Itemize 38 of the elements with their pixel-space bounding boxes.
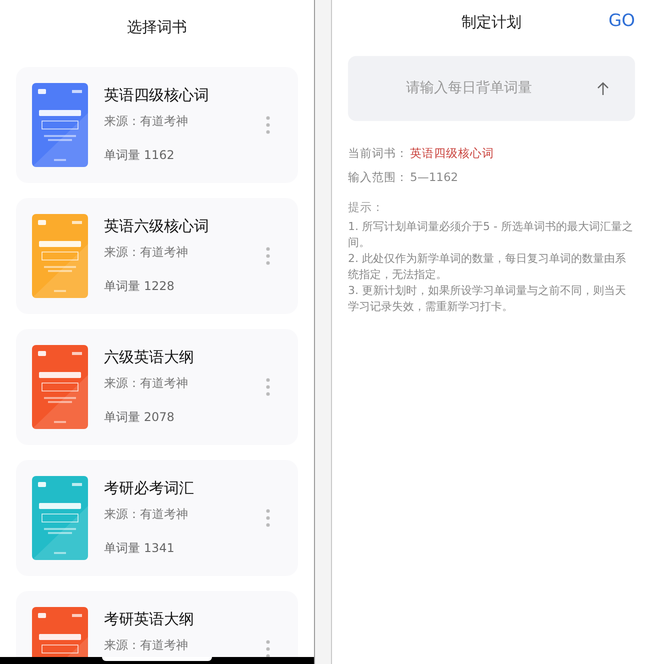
page-title: 制定计划 [462,12,522,33]
book-card[interactable]: 英语六级核心词 来源：有道考神 单词量 1228 [16,198,298,314]
book-source: 来源：有道考神 [104,375,189,391]
word-count: 单词量 2078 [104,409,176,425]
more-icon[interactable] [266,509,270,527]
book-card[interactable]: 英语四级核心词 来源：有道考神 单词量 1162 [16,67,298,183]
book-source: 来源：有道考神 [104,244,189,260]
more-icon[interactable] [266,378,270,396]
book-title: 考研必考词汇 [104,478,195,498]
go-button[interactable]: GO [608,9,635,35]
book-title: 六级英语大纲 [104,347,195,367]
more-icon[interactable] [266,247,270,265]
tip-text: 1. 所写计划单词量必须介于5 - 所选单词书的最大词汇量之间。 [348,219,634,251]
more-icon[interactable] [266,116,270,134]
word-count: 单词量 1162 [104,147,176,163]
word-count: 单词量 1228 [104,278,176,294]
book-source: 来源：有道考神 [104,637,189,653]
tips-title: 提示： [348,199,385,215]
book-card[interactable]: 六级英语大纲 来源：有道考神 单词量 2078 [16,329,298,445]
input-field[interactable]: 请输入每日背单词量 [348,56,635,121]
more-icon[interactable] [266,640,270,657]
tip-text: 3. 更新计划时，如果所设学习单词量与之前不同，则当天学习记录失效，需重新学习打卡。 [348,283,627,315]
word-count: 单词量 1341 [104,540,176,556]
arrow-up-icon[interactable] [597,82,609,96]
range-label: 输入范围： [348,169,409,185]
input-text[interactable]: 请输入每日背单词量 [406,78,597,99]
range-value: 5—1162 [410,169,458,185]
book-title: 英语六级核心词 [104,216,210,236]
book-source: 来源：有道考神 [104,506,189,522]
book-title: 考研英语大纲 [104,609,195,629]
tip-text: 2. 此处仅作为新学单词的数量，每日复习单词的数量由系统指定，无法指定。 [348,251,627,283]
book-card[interactable]: 考研必考词汇 来源：有道考神 单词量 1341 [16,460,298,576]
current-book-label: 当前词书： [348,145,409,161]
page-title: 选择词书 [127,17,187,38]
book-card[interactable]: 考研英语大纲 来源：有道考神 [16,591,298,657]
current-book: 英语四级核心词 [410,145,494,161]
book-source: 来源：有道考神 [104,113,189,129]
book-title: 英语四级核心词 [104,85,210,105]
